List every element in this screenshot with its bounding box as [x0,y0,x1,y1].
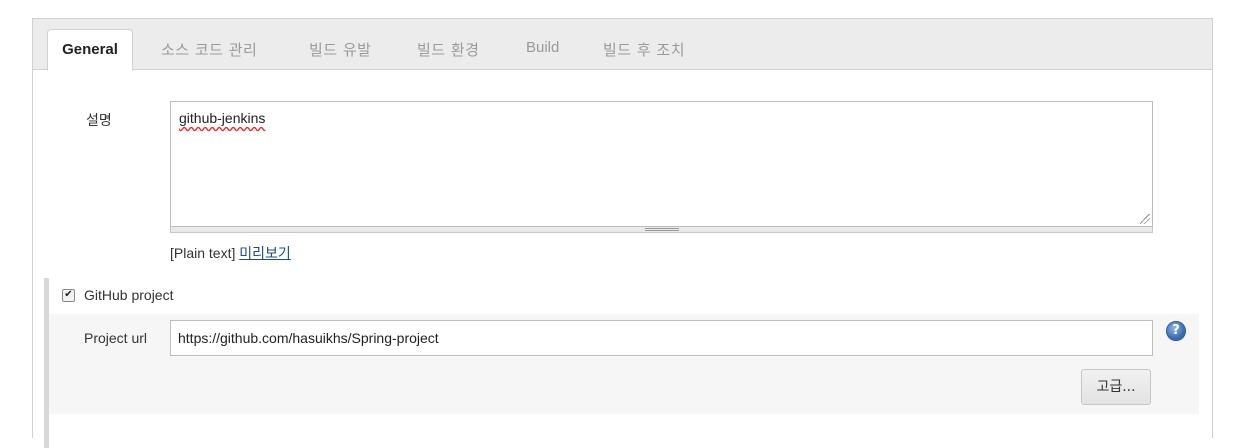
tab-build[interactable]: Build [526,39,559,56]
project-url-label: Project url [84,330,148,346]
resize-grip-icon[interactable] [1140,214,1150,224]
tab-source-code-management[interactable]: 소스 코드 관리 [161,39,257,60]
description-label: 설명 [86,113,112,129]
config-tab-bar: General 소스 코드 관리 빌드 유발 빌드 환경 Build 빌드 후 … [33,19,1212,71]
github-project-checkbox[interactable]: ✔ [62,289,75,302]
github-project-label: GitHub project [84,287,174,303]
description-value: github-jenkins [179,110,266,126]
description-format-line: [Plain text] 미리보기 [170,243,291,263]
plain-text-indicator: [Plain text] [170,245,236,261]
tab-post-build-actions[interactable]: 빌드 후 조치 [603,39,685,60]
advanced-button[interactable]: 고급... [1081,369,1151,405]
resize-handle-icon[interactable] [645,228,679,231]
description-textarea[interactable]: github-jenkins [170,101,1153,227]
project-url-input[interactable]: https://github.com/hasuikhs/Spring-proje… [170,320,1153,356]
preview-link[interactable]: 미리보기 [239,246,291,262]
tab-build-triggers[interactable]: 빌드 유발 [309,39,371,60]
tab-build-environment[interactable]: 빌드 환경 [417,39,479,60]
job-config-panel: General 소스 코드 관리 빌드 유발 빌드 환경 Build 빌드 후 … [32,18,1213,448]
help-icon[interactable]: ? [1166,321,1186,341]
tab-general[interactable]: General [47,29,133,71]
textarea-resize-bar[interactable] [170,227,1153,233]
